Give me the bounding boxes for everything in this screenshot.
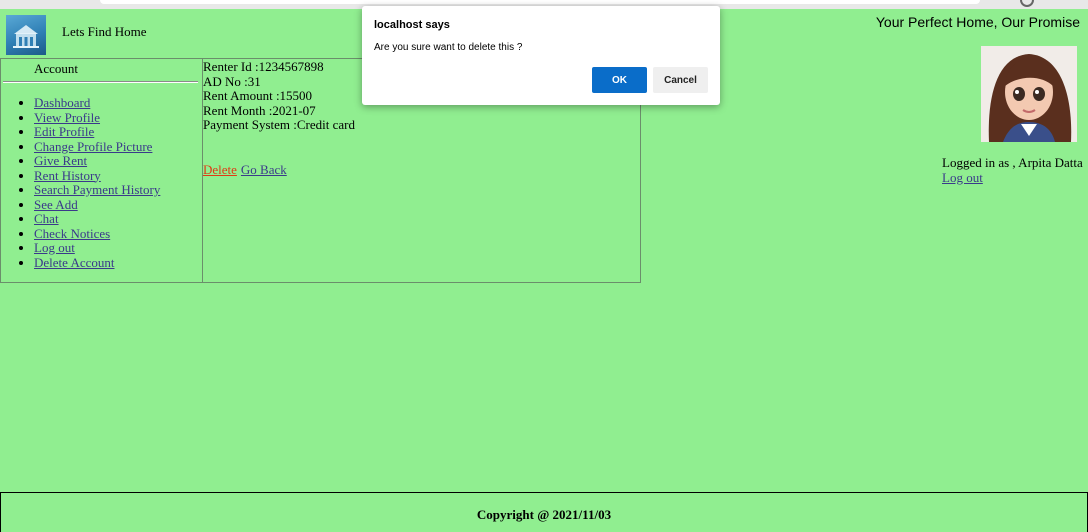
sidebar-item-chat: Chat xyxy=(34,212,160,227)
browser-tab-edge xyxy=(100,0,980,4)
renter-id: Renter Id :1234567898 xyxy=(203,59,324,74)
sidebar-item-rent-history: Rent History xyxy=(34,168,160,184)
ad-number: AD No :31 xyxy=(203,73,261,89)
sidebar-link-search-payment[interactable]: Search Payment History xyxy=(34,182,160,197)
sidebar-item-change-picture: Change Profile Picture xyxy=(34,139,160,155)
sidebar-item-view-profile: View Profile xyxy=(34,110,160,126)
sidebar-link-chat[interactable]: Chat xyxy=(34,211,59,226)
dialog-message: Are you sure want to delete this ? xyxy=(374,42,523,53)
sidebar-link-log-out[interactable]: Log out xyxy=(34,240,75,255)
sidebar-link-view-profile[interactable]: View Profile xyxy=(34,110,100,125)
delete-link[interactable]: Delete xyxy=(203,162,237,177)
sidebar-divider xyxy=(3,81,198,83)
tagline: Your Perfect Home, Our Promise xyxy=(875,14,1080,30)
profile-avatar xyxy=(981,46,1077,142)
sidebar-link-delete-account[interactable]: Delete Account xyxy=(34,255,115,270)
confirm-dialog: localhost says Are you sure want to dele… xyxy=(362,6,720,105)
go-back-link[interactable]: Go Back xyxy=(241,162,287,177)
sidebar-item-log-out: Log out xyxy=(34,241,160,256)
sidebar-link-rent-history[interactable]: Rent History xyxy=(34,168,101,183)
sidebar-item-check-notices: Check Notices xyxy=(34,226,160,242)
record-actions: Delete Go Back xyxy=(203,162,287,178)
sidebar-link-see-add[interactable]: See Add xyxy=(34,197,78,212)
header-logout-link[interactable]: Log out xyxy=(942,170,983,186)
account-sidebar: Account Dashboard View Profile Edit Prof… xyxy=(1,59,203,282)
sidebar-item-search-payment: Search Payment History xyxy=(34,183,160,198)
rent-details: Renter Id :1234567898 AD No :31 Rent Amo… xyxy=(203,59,356,133)
sidebar-link-edit-profile[interactable]: Edit Profile xyxy=(34,124,94,139)
sidebar-item-see-add: See Add xyxy=(34,197,160,213)
footer: Copyright @ 2021/11/03 xyxy=(0,492,1088,532)
copyright-text: Copyright @ 2021/11/03 xyxy=(476,507,612,522)
site-title: Lets Find Home xyxy=(62,24,147,39)
rent-amount: Rent Amount :15500 xyxy=(203,88,313,103)
sidebar-link-check-notices[interactable]: Check Notices xyxy=(34,226,110,241)
sidebar-item-dashboard: Dashboard xyxy=(34,96,160,111)
building-logo-icon xyxy=(6,15,46,55)
rent-month: Rent Month :2021-07 xyxy=(203,102,316,118)
sidebar-title: Account xyxy=(34,61,79,76)
payment-system: Payment System :Credit card xyxy=(203,117,356,132)
sidebar-link-dashboard[interactable]: Dashboard xyxy=(34,95,90,110)
cancel-button[interactable]: Cancel xyxy=(653,67,708,93)
sidebar-menu: Dashboard View Profile Edit Profile Chan… xyxy=(1,96,160,270)
sidebar-item-edit-profile: Edit Profile xyxy=(34,125,160,140)
sidebar-link-give-rent[interactable]: Give Rent xyxy=(34,153,87,168)
sidebar-item-give-rent: Give Rent xyxy=(34,154,160,169)
sidebar-item-delete-account: Delete Account xyxy=(34,255,160,271)
browser-profile-icon xyxy=(1020,0,1034,7)
logged-in-text: Logged in as , Arpita Datta xyxy=(942,155,1083,170)
dialog-title: localhost says xyxy=(374,19,450,31)
sidebar-link-change-picture[interactable]: Change Profile Picture xyxy=(34,139,152,154)
ok-button[interactable]: OK xyxy=(592,67,647,93)
